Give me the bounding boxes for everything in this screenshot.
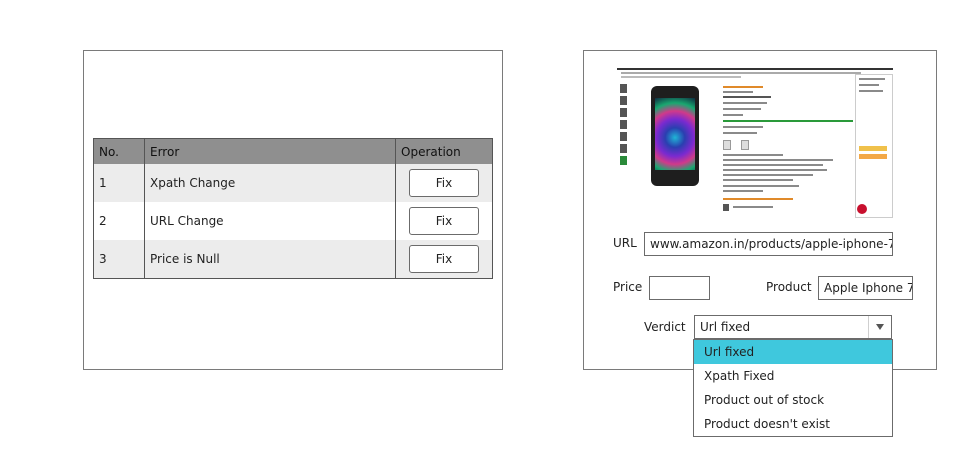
fix-button[interactable]: Fix (409, 207, 479, 235)
product-input[interactable]: Apple Iphone 7 (818, 276, 913, 300)
verdict-option-doesnt-exist[interactable]: Product doesn't exist (694, 412, 892, 436)
row-no: 2 (93, 202, 145, 240)
verdict-selected-value: Url fixed (700, 320, 751, 334)
verdict-label: Verdict (644, 320, 686, 334)
table-header-row: No. Error Operation (93, 138, 493, 164)
verdict-dropdown-toggle[interactable] (868, 316, 891, 338)
url-label: URL (613, 236, 637, 250)
errors-table: No. Error Operation 1 Xpath Change Fix 2… (93, 138, 493, 279)
row-no: 3 (93, 240, 145, 279)
verdict-option-xpath-fixed[interactable]: Xpath Fixed (694, 364, 892, 388)
verdict-option-url-fixed[interactable]: Url fixed (694, 340, 892, 364)
row-error: Xpath Change (144, 164, 396, 202)
header-operation: Operation (395, 138, 493, 164)
table-row: 1 Xpath Change Fix (93, 164, 493, 202)
verdict-options-list: Url fixed Xpath Fixed Product out of sto… (693, 339, 893, 437)
row-operation: Fix (395, 164, 493, 202)
row-operation: Fix (395, 240, 493, 279)
row-operation: Fix (395, 202, 493, 240)
error-list-panel: No. Error Operation 1 Xpath Change Fix 2… (83, 50, 503, 370)
header-error: Error (144, 138, 396, 164)
verdict-select[interactable]: Url fixed (694, 315, 892, 339)
fix-button[interactable]: Fix (409, 245, 479, 273)
url-input[interactable]: www.amazon.in/products/apple-iphone-7 (644, 232, 893, 256)
header-no: No. (93, 138, 145, 164)
detail-panel: URL www.amazon.in/products/apple-iphone-… (583, 50, 937, 370)
chevron-down-icon (876, 324, 884, 330)
row-error: Price is Null (144, 240, 396, 279)
price-input[interactable] (649, 276, 710, 300)
row-error: URL Change (144, 202, 396, 240)
phone-image (651, 86, 699, 186)
price-label: Price (613, 280, 643, 294)
row-no: 1 (93, 164, 145, 202)
table-row: 3 Price is Null Fix (93, 240, 493, 279)
verdict-option-out-of-stock[interactable]: Product out of stock (694, 388, 892, 412)
product-page-screenshot (617, 68, 893, 221)
fix-button[interactable]: Fix (409, 169, 479, 197)
product-label: Product (766, 280, 812, 294)
table-row: 2 URL Change Fix (93, 202, 493, 240)
